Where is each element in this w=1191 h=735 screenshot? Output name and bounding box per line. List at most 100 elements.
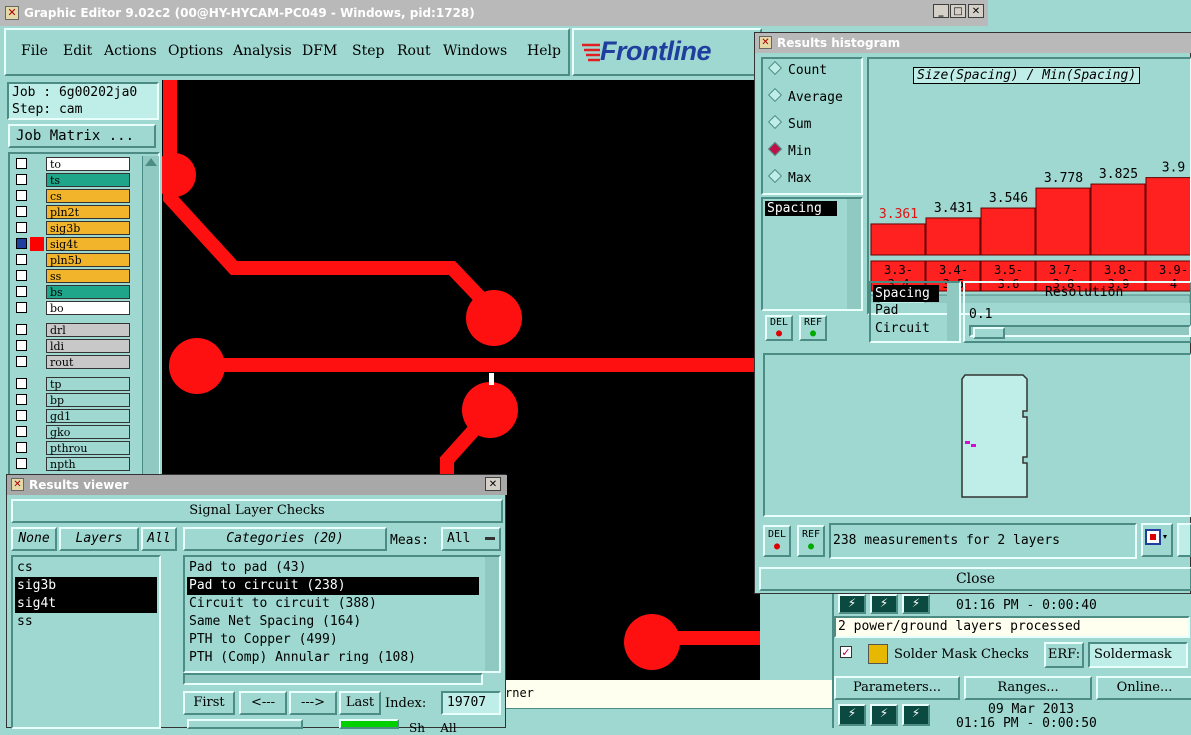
layer-name[interactable]: bs: [46, 285, 130, 299]
menu-actions[interactable]: Actions: [104, 43, 157, 59]
menu-step[interactable]: Step: [352, 43, 384, 59]
category-item[interactable]: PTH to Copper (499): [187, 631, 479, 649]
resolution-slider[interactable]: [969, 325, 1191, 339]
layer-row-pthrou[interactable]: pthrou: [12, 440, 130, 456]
ranges-button[interactable]: Ranges...: [964, 676, 1092, 700]
next-button[interactable]: --->: [289, 691, 337, 715]
type-item-circuit[interactable]: Circuit: [873, 320, 957, 338]
menu-file[interactable]: File: [21, 43, 48, 59]
layer-checkbox[interactable]: [16, 174, 27, 185]
index-field[interactable]: 19707: [441, 691, 501, 715]
layer-row-bp[interactable]: bp: [12, 392, 130, 408]
category-scrollbar[interactable]: [485, 557, 499, 671]
run-stop-icon[interactable]: ⚡: [902, 594, 930, 614]
first-button[interactable]: First: [183, 691, 235, 715]
layer-name[interactable]: gd1: [46, 409, 130, 423]
ref-button[interactable]: REF ●: [799, 315, 827, 341]
radio-count[interactable]: Count: [767, 60, 827, 83]
layer-checkbox[interactable]: [16, 286, 27, 297]
layer-name[interactable]: bp: [46, 393, 130, 407]
layer-checkbox[interactable]: [16, 458, 27, 469]
radio-min[interactable]: Min: [767, 141, 811, 164]
parameters-button[interactable]: Parameters...: [834, 676, 960, 700]
layer-checkbox[interactable]: [16, 378, 27, 389]
layer-name[interactable]: pln5b: [46, 253, 130, 267]
histogram-bar[interactable]: [925, 217, 981, 256]
layer-checkbox[interactable]: [16, 158, 27, 169]
layer-checkbox[interactable]: [16, 356, 27, 367]
viewer-layer-item[interactable]: sig4t: [15, 595, 157, 613]
viewer-close-button[interactable]: ✕: [485, 477, 501, 491]
category-item[interactable]: Circuit to circuit (388): [187, 595, 479, 613]
layer-name[interactable]: pthrou: [46, 441, 130, 455]
layers-button[interactable]: Layers: [59, 527, 139, 551]
layer-name[interactable]: bo: [46, 301, 130, 315]
menu-options[interactable]: Options: [168, 43, 223, 59]
del-button[interactable]: DEL ●: [765, 315, 793, 341]
layer-row-gd1[interactable]: gd1: [12, 408, 130, 424]
layer-checkbox[interactable]: [16, 442, 27, 453]
layer-checkbox[interactable]: [16, 410, 27, 421]
job-matrix-button[interactable]: Job Matrix ...: [8, 124, 156, 148]
menu-windows[interactable]: Windows: [443, 43, 507, 59]
layer-row-ldi[interactable]: ldi: [12, 338, 130, 354]
layer-name[interactable]: sig4t: [46, 237, 130, 251]
layer-name[interactable]: ss: [46, 269, 130, 283]
viewer-layer-item[interactable]: cs: [15, 559, 157, 577]
layer-name[interactable]: cs: [46, 189, 130, 203]
measure-scrollbar[interactable]: [847, 199, 861, 309]
layer-row-ss[interactable]: ss: [12, 268, 130, 284]
layer-name[interactable]: drl: [46, 323, 130, 337]
layer-row-sig4t[interactable]: sig4t: [12, 236, 130, 252]
histogram-options-icon[interactable]: [1141, 523, 1173, 557]
del-button-2[interactable]: DEL ●: [763, 525, 791, 557]
all-layers-button[interactable]: All: [141, 527, 177, 551]
layer-row-pln2t[interactable]: pln2t: [12, 204, 130, 220]
layer-name[interactable]: gko: [46, 425, 130, 439]
layer-name[interactable]: to: [46, 157, 130, 171]
viewer-layer-item[interactable]: ss: [15, 613, 157, 631]
close-button[interactable]: ✕: [968, 4, 984, 18]
measure-item[interactable]: Spacing: [765, 201, 837, 216]
layer-row-bo[interactable]: bo: [12, 300, 130, 316]
meas-select[interactable]: All: [441, 527, 501, 551]
checkbox-icon[interactable]: ✓: [840, 646, 852, 658]
layer-checkbox[interactable]: [16, 426, 27, 437]
layer-checkbox[interactable]: [16, 302, 27, 313]
erf-value[interactable]: Soldermask: [1088, 642, 1188, 668]
category-item[interactable]: Pad to pad (43): [187, 559, 479, 577]
type-item-spacing[interactable]: Spacing: [873, 285, 939, 302]
layer-checkbox[interactable]: [16, 238, 27, 249]
layer-row-cs[interactable]: cs: [12, 188, 130, 204]
radio-average[interactable]: Average: [767, 87, 843, 110]
layer-checkbox[interactable]: [16, 394, 27, 405]
histogram-bar[interactable]: [1145, 177, 1190, 256]
layer-name[interactable]: pln2t: [46, 205, 130, 219]
menu-help[interactable]: Help: [527, 43, 561, 59]
minimize-button[interactable]: _: [933, 4, 949, 18]
type-scrollbar[interactable]: [947, 283, 959, 341]
layer-name[interactable]: tp: [46, 377, 130, 391]
histogram-bar[interactable]: [1035, 187, 1091, 256]
maximize-button[interactable]: □: [950, 4, 966, 18]
category-item[interactable]: PTH (Comp) Annular ring (108): [187, 649, 479, 667]
layer-row-npth[interactable]: npth: [12, 456, 130, 472]
layer-checkbox[interactable]: [16, 222, 27, 233]
radio-max[interactable]: Max: [767, 168, 811, 191]
layer-row-sig3b[interactable]: sig3b: [12, 220, 130, 236]
histogram-bar[interactable]: [980, 207, 1036, 256]
layer-row-pln5b[interactable]: pln5b: [12, 252, 130, 268]
run-stop-icon-2[interactable]: ⚡: [902, 704, 930, 726]
layer-row-rout[interactable]: rout: [12, 354, 130, 370]
layer-name[interactable]: ldi: [46, 339, 130, 353]
layer-row-drl[interactable]: drl: [12, 322, 130, 338]
layer-checkbox[interactable]: [16, 206, 27, 217]
layer-checkbox[interactable]: [16, 270, 27, 281]
layer-row-gko[interactable]: gko: [12, 424, 130, 440]
layer-checkbox[interactable]: [16, 324, 27, 335]
prev-button[interactable]: <---: [239, 691, 287, 715]
layer-row-to[interactable]: to: [12, 156, 130, 172]
online-button[interactable]: Online...: [1096, 676, 1191, 700]
histogram-bar[interactable]: [1090, 183, 1146, 256]
menu-edit[interactable]: Edit: [63, 43, 92, 59]
